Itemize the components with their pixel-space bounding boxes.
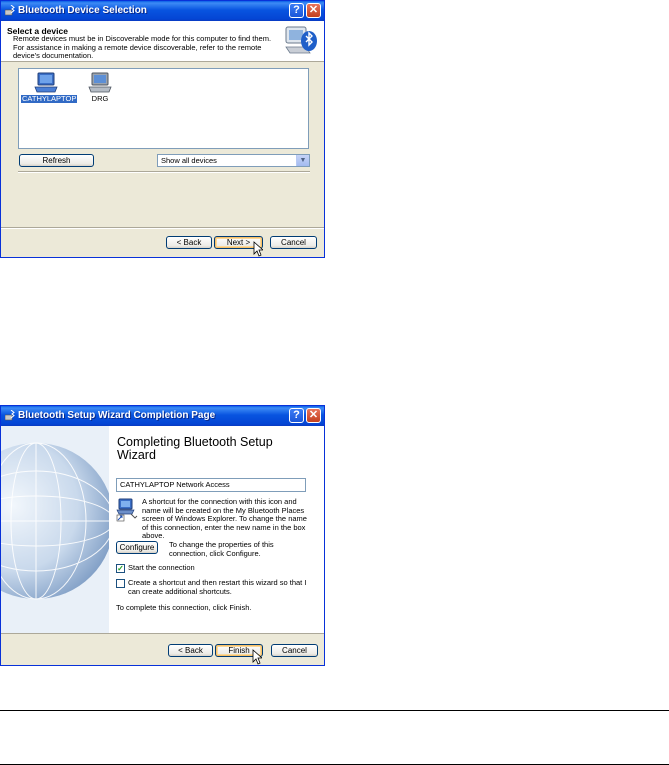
globe-watermark-icon (1, 426, 111, 633)
divider (1, 227, 324, 229)
page-rule (0, 710, 669, 711)
chevron-down-icon[interactable]: ▼ (296, 155, 309, 166)
completion-window: Bluetooth Setup Wizard Completion Page ?… (0, 405, 325, 666)
window-title: Bluetooth Setup Wizard Completion Page (18, 410, 216, 421)
wizard-content: Completing Bluetooth Setup Wizard CATHYL… (1, 426, 324, 634)
connection-name-input[interactable]: CATHYLAPTOP Network Access (116, 478, 306, 492)
wizard-heading: Completing Bluetooth Setup Wizard (117, 435, 273, 462)
refresh-button[interactable]: Refresh (19, 154, 94, 167)
device-item-drg[interactable]: DRG (75, 72, 125, 103)
back-button[interactable]: < Back (168, 644, 213, 657)
bluetooth-app-icon (5, 410, 15, 421)
shortcut-description: A shortcut for the connection with this … (142, 497, 307, 540)
start-connection-label[interactable]: Start the connection (128, 563, 308, 573)
configure-button[interactable]: Configure (116, 541, 158, 554)
help-button[interactable]: ? (289, 3, 304, 18)
finish-instruction: To complete this connection, click Finis… (116, 603, 252, 612)
device-selection-window: Bluetooth Device Selection ? ✕ Select a … (0, 0, 325, 258)
cancel-button[interactable]: Cancel (271, 644, 318, 657)
wizard-header: Select a device Remote devices must be i… (1, 21, 324, 62)
header-description: Remote devices must be in Discoverable m… (13, 34, 272, 60)
mouse-pointer-icon (252, 649, 262, 665)
device-item-cathylaptop[interactable]: CATHYLAPTOP (21, 72, 78, 103)
device-label: DRG (91, 94, 109, 103)
network-connection-icon (116, 498, 138, 522)
divider (18, 171, 310, 173)
laptop-icon (88, 72, 112, 93)
back-button[interactable]: < Back (166, 236, 212, 249)
device-list[interactable]: CATHYLAPTOP DRG (18, 68, 309, 149)
bluetooth-computer-icon (285, 26, 317, 54)
device-filter-dropdown[interactable]: Show all devices ▼ (157, 154, 310, 167)
create-shortcut-checkbox[interactable] (116, 579, 125, 588)
cancel-button[interactable]: Cancel (270, 236, 317, 249)
mouse-pointer-icon (253, 241, 263, 257)
bluetooth-app-icon (5, 5, 15, 16)
device-filter-value: Show all devices (161, 156, 217, 165)
title-bar[interactable]: Bluetooth Setup Wizard Completion Page ?… (1, 406, 324, 426)
close-button[interactable]: ✕ (306, 408, 321, 423)
laptop-icon (34, 72, 58, 93)
window-title: Bluetooth Device Selection (18, 5, 147, 16)
create-shortcut-label[interactable]: Create a shortcut and then restart this … (128, 578, 310, 596)
help-button[interactable]: ? (289, 408, 304, 423)
title-bar[interactable]: Bluetooth Device Selection ? ✕ (1, 1, 324, 21)
start-connection-checkbox[interactable]: ✓ (116, 564, 125, 573)
configure-description: To change the properties of this connect… (169, 540, 274, 558)
device-label: CATHYLAPTOP (21, 94, 78, 103)
close-button[interactable]: ✕ (306, 3, 321, 18)
